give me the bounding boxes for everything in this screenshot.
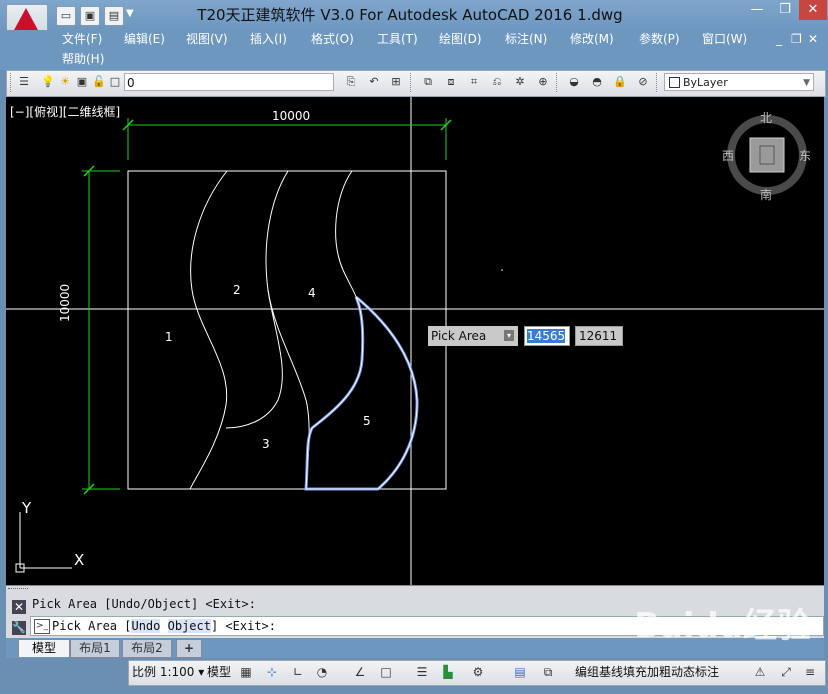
dimension-vertical-text: 10000 xyxy=(58,283,72,322)
region-label-3: 3 xyxy=(262,437,270,451)
ortho-icon[interactable]: ∟ xyxy=(290,664,306,680)
viewcube-top-face xyxy=(749,137,785,173)
selection-cycling-icon[interactable]: ⧉ xyxy=(540,664,556,680)
stray-point xyxy=(501,269,503,271)
lineweight-icon[interactable]: ☰ xyxy=(414,664,430,680)
region-label-5: 5 xyxy=(363,414,371,428)
ucs-y-label: Y xyxy=(22,499,32,517)
ucs-x-label: X xyxy=(74,551,85,569)
region-label-4: 4 xyxy=(308,286,316,300)
command-prompt-suffix: ] <Exit>: xyxy=(210,619,277,633)
dynamic-input-y-field[interactable]: 12611 xyxy=(575,326,623,346)
annotation-visibility-icon[interactable]: ⚠ xyxy=(752,664,768,680)
viewcube-south[interactable]: 南 xyxy=(760,186,772,203)
viewcube-west[interactable]: 西 xyxy=(722,147,734,164)
viewport-controls-label[interactable]: [−][俯视][二维线框] xyxy=(10,103,120,120)
gear-icon[interactable]: ⚙ xyxy=(470,664,486,680)
tab-model[interactable]: 模型 xyxy=(18,639,70,657)
quick-properties-icon[interactable]: ▤ xyxy=(512,664,528,680)
dimension-horizontal-text: 10000 xyxy=(272,109,311,123)
command-option-undo[interactable]: Undo xyxy=(131,619,161,633)
curve-2 xyxy=(225,170,289,429)
region-label-2: 2 xyxy=(233,283,241,297)
region-label-1: 1 xyxy=(165,330,173,344)
command-prompt-prefix: Pick Area [ xyxy=(52,619,132,633)
tab-layout1[interactable]: 布局1 xyxy=(70,639,120,658)
command-prompt-text: Pick Area [Undo Object] <Exit>: xyxy=(52,619,276,633)
viewcube-north[interactable]: 北 xyxy=(760,109,772,126)
dynamic-input-prompt-text: Pick Area xyxy=(431,329,487,343)
transparency-icon[interactable]: ▙ xyxy=(440,664,456,680)
command-history-line: Pick Area [Undo/Object] <Exit>: xyxy=(32,597,256,611)
grid-icon[interactable]: ▦ xyxy=(238,664,254,680)
watermark-logo: Baidu经验 xyxy=(634,606,812,646)
annotation-scale[interactable]: 比例 1:100 ▾ xyxy=(132,664,204,680)
command-line-grip[interactable] xyxy=(8,588,28,599)
curve-4 xyxy=(335,170,357,298)
command-prompt-icon[interactable]: >_ xyxy=(34,619,50,634)
dynamic-input-x-field[interactable]: 14565 xyxy=(524,326,570,346)
curve-1 xyxy=(189,170,228,490)
object-snap-icon[interactable]: □ xyxy=(378,664,394,680)
model-space-button[interactable]: 模型 xyxy=(207,664,231,680)
fullscreen-icon[interactable]: ⤢ xyxy=(778,664,794,680)
command-option-separator xyxy=(160,619,167,633)
dynamic-input-prompt: Pick Area ▾ xyxy=(428,326,518,346)
close-icon[interactable]: ✕ xyxy=(12,600,26,614)
command-option-object[interactable]: Object xyxy=(167,619,211,633)
snap-icon[interactable]: ⊹ xyxy=(264,664,280,680)
highlighted-region-5 xyxy=(304,295,419,491)
options-down-icon[interactable]: ▾ xyxy=(504,330,514,341)
customize-wrench-icon[interactable]: 🔧 xyxy=(12,621,26,635)
dynamic-input-x-value: 14565 xyxy=(527,329,566,343)
tianzheng-status-toggles[interactable]: 编组基线填充加粗动态标注 xyxy=(575,664,719,680)
object-snap-tracking-icon[interactable]: ∠ xyxy=(352,664,368,680)
outer-rectangle xyxy=(127,170,447,490)
add-layout-button[interactable]: + xyxy=(176,639,202,658)
customize-icon[interactable]: ≡ xyxy=(802,664,818,680)
tab-layout2[interactable]: 布局2 xyxy=(122,639,172,658)
polar-icon[interactable]: ◔ xyxy=(314,664,330,680)
viewcube-east[interactable]: 东 xyxy=(799,147,811,164)
